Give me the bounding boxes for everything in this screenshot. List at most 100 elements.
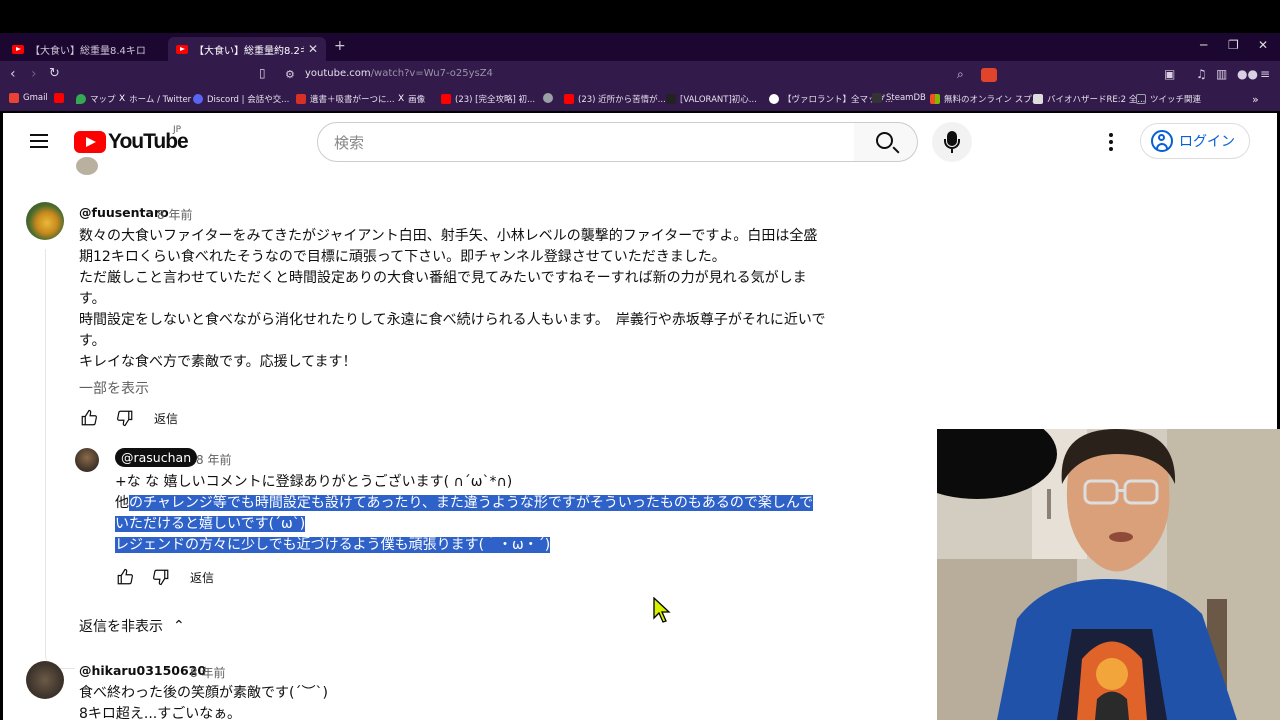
dislike-icon[interactable] [152, 568, 170, 586]
dislike-icon[interactable] [116, 409, 134, 427]
comment-line: す。 [79, 333, 106, 349]
reload-icon[interactable]: ↻ [49, 66, 60, 81]
hide-replies-button[interactable]: 返信を非表示 ⌃ [79, 616, 185, 636]
reply-button[interactable]: 返信 [190, 569, 214, 586]
browser-tab-1[interactable]: 【大食い】総重量8.4キロ 火の豚 まぜ [4, 37, 164, 61]
bookmark-item[interactable]: SteamDB [872, 93, 926, 103]
avatar[interactable] [26, 202, 64, 240]
vpn-icon[interactable]: ●● [1237, 67, 1258, 81]
youtube-icon [441, 94, 451, 104]
zoom-icon[interactable]: ⌕ [957, 67, 964, 82]
bookmark-item[interactable] [54, 93, 68, 103]
bookmark-label: Gmail [23, 93, 48, 103]
search-input[interactable]: 検索 [317, 122, 855, 162]
youtube-play-icon [74, 131, 106, 153]
sidebar-icon[interactable]: ▥ [1216, 67, 1227, 81]
voice-search-button[interactable] [932, 122, 972, 162]
bookmark-item[interactable]: (23) [完全攻略] 初... [441, 93, 535, 105]
comment-author[interactable]: @hikaru03150620 [79, 663, 206, 678]
avatar[interactable] [75, 448, 99, 472]
comment-line: 8キロ超え...すごいなぁ。 [79, 706, 241, 720]
reply-line: いただけると嬉しいです(´ω`) [115, 514, 835, 535]
bookmark-item[interactable]: [VALORANT]初心... [666, 93, 757, 105]
comment-actions: 返信 [80, 409, 178, 427]
bookmark-label: Discord | 会話や交... [207, 95, 290, 105]
address-bar-row: ‹ › ↻ ▯ ⚙ youtube.com/watch?v=Wu7-o25ysZ… [0, 61, 1280, 89]
bookmark-label: SteamDB [886, 93, 926, 103]
bookmark-label: バイオハザードRE:2 全... [1047, 95, 1146, 105]
forward-icon[interactable]: › [31, 66, 37, 82]
music-icon[interactable]: ♫ [1196, 67, 1207, 81]
menu-icon[interactable]: ≡ [1260, 67, 1270, 81]
bookmark-item[interactable] [543, 93, 557, 103]
bookmark-site-icon [769, 94, 779, 104]
reply-button[interactable]: 返信 [154, 410, 178, 427]
bookmark-item[interactable]: 無料のオンライン スプ... [930, 93, 1040, 105]
bookmarks-bar: Gmail マップ X ホーム / Twitter Discord | 会話や交.… [0, 89, 1280, 111]
back-icon[interactable]: ‹ [10, 66, 16, 82]
bookmark-label: ツイッチ関連 [1150, 95, 1202, 105]
search-button[interactable] [854, 122, 918, 162]
thread-connector [45, 249, 75, 669]
browser-tab-2-active[interactable]: 【大食い】総重量約8.2キロ 男気ふ ✕ [168, 37, 326, 61]
close-window-icon[interactable]: ✕ [1258, 38, 1268, 52]
restore-icon[interactable]: ❐ [1228, 38, 1239, 52]
comment-text: 食べ終わった後の笑顔が素敵です(´︶`) 8キロ超え...すごいなぁ。 [79, 683, 839, 720]
comment-text: 数々の大食いファイターをみてきたがジャイアント白田、射手矢、小林レベルの襲撃的フ… [79, 226, 839, 373]
more-options-icon[interactable] [1109, 133, 1113, 151]
streamer-webcam-image [937, 429, 1280, 720]
login-button[interactable]: ログイン [1140, 123, 1250, 159]
selected-text: いただけると嬉しいです(´ω`) [115, 516, 306, 532]
extensions-icon[interactable]: ▣ [1164, 67, 1175, 81]
bookmark-item[interactable]: Discord | 会話や交... [193, 93, 289, 105]
comment-author[interactable]: @fuusentaro [79, 205, 169, 220]
comment-time[interactable]: 8 年前 [157, 206, 192, 223]
show-less-button[interactable]: 一部を表示 [79, 378, 149, 398]
reply-author-badge[interactable]: @rasuchan [115, 448, 198, 467]
bookmark-item[interactable]: X ホーム / Twitter [119, 93, 191, 105]
like-icon[interactable] [116, 568, 134, 586]
mouse-cursor-icon [653, 597, 671, 623]
search-icon [876, 132, 893, 149]
account-icon [1151, 130, 1173, 152]
like-icon[interactable] [80, 409, 98, 427]
bookmark-item[interactable]: 遺書＋吸書がーつに... [296, 93, 395, 105]
comment-line: 期12キロくらい食べれたそうなので目標に頑張って下さい。即チャンネル登録させてい… [79, 249, 726, 265]
comment-line: 時間設定をしないと食べながら消化せれたりして永遠に食べ続けられる人もいます。 岸… [79, 312, 826, 328]
reply-line: レジェンドの方々に少しでも近づけるよう僕も頑張ります(｀・ω・´) [115, 535, 835, 556]
brave-shield-icon[interactable] [981, 68, 997, 82]
selected-text: レジェンドの方々に少しでも近づけるよう僕も頑張ります(｀・ω・´) [115, 537, 551, 553]
bookmark-label: マップ [90, 95, 116, 105]
minimize-icon[interactable]: ─ [1200, 38, 1207, 52]
globe-icon [543, 93, 553, 103]
microsoft-icon [930, 94, 940, 104]
discord-icon [193, 94, 203, 104]
bookmark-folder[interactable]: ツイッチ関連 [1136, 93, 1201, 105]
comment-time[interactable]: 8 年前 [196, 451, 231, 468]
url-field[interactable]: youtube.com/watch?v=Wu7-o25ysZ4 [305, 68, 493, 79]
bookmark-site-icon [296, 94, 306, 104]
bookmark-icon[interactable]: ▯ [259, 66, 266, 80]
comment-time[interactable]: 8 年前 [190, 664, 225, 681]
bookmark-site-icon [666, 94, 676, 104]
site-info-icon[interactable]: ⚙ [285, 68, 295, 81]
avatar[interactable] [26, 661, 64, 699]
new-tab-button[interactable]: + [334, 38, 346, 54]
comment-line: 数々の大食いファイターをみてきたがジャイアント白田、射手矢、小林レベルの襲撃的フ… [79, 228, 818, 244]
bookmarks-overflow-icon[interactable]: » [1252, 93, 1259, 106]
avatar[interactable] [76, 157, 98, 175]
bookmark-item[interactable]: マップ [76, 93, 116, 105]
logo-region: JP [173, 125, 182, 135]
bookmark-item[interactable]: X 画像 [398, 93, 425, 105]
browser-tab-bar: 【大食い】総重量8.4キロ 火の豚 まぜ 【大食い】総重量約8.2キロ 男気ふ … [0, 33, 1280, 61]
bookmark-item[interactable]: バイオハザードRE:2 全... [1033, 93, 1145, 105]
search-placeholder: 検索 [334, 133, 365, 152]
bookmark-item[interactable]: Gmail [9, 93, 48, 103]
youtube-logo[interactable]: YouTube JP [74, 125, 189, 154]
tab-close-icon[interactable]: ✕ [308, 42, 318, 56]
hamburger-menu-icon[interactable] [30, 134, 48, 148]
bookmark-item[interactable]: (23) 近所から苦情が... [564, 93, 666, 105]
url-host: youtube.com [305, 68, 371, 79]
bookmark-label: 遺書＋吸書がーつに... [310, 95, 395, 105]
webcam-overlay [937, 429, 1280, 720]
